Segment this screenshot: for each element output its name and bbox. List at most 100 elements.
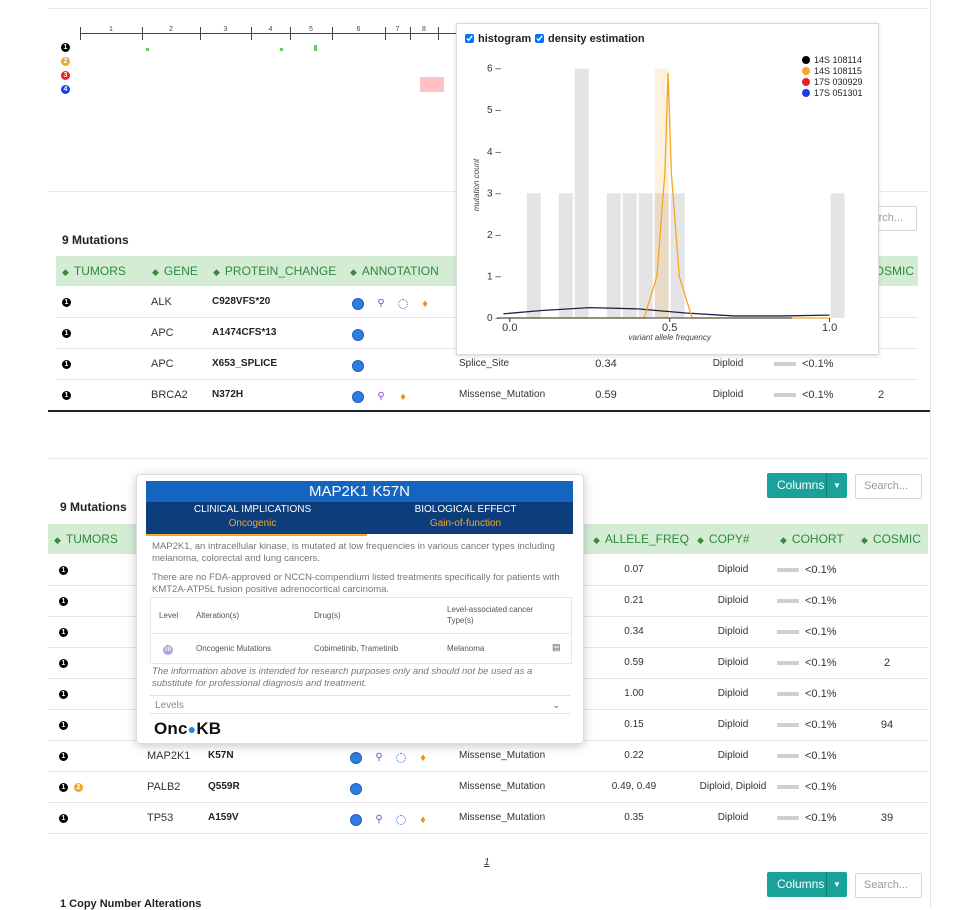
annotation-icons — [352, 326, 376, 341]
columns-button[interactable]: Columns ▼ — [767, 473, 847, 498]
tumor-sample-marker[interactable]: 1 — [59, 782, 68, 792]
column-header-protein-change[interactable]: ◆ PROTEIN_CHANGE — [213, 256, 336, 287]
allele-freq-cell: 0.34 — [624, 626, 644, 637]
tumor-sample-marker[interactable]: 1 — [59, 658, 68, 668]
purple-drop-icon[interactable]: ⚲ — [376, 391, 386, 402]
tumor-sample-marker[interactable]: 4 — [61, 85, 70, 94]
blue-circle-icon[interactable] — [352, 297, 364, 310]
purple-drop-icon[interactable]: ⚲ — [374, 752, 384, 763]
timeline-tick — [438, 27, 439, 40]
gene-cell: MAP2K1 — [147, 750, 191, 762]
tumors-cell: 1 — [59, 586, 74, 616]
column-header-gene[interactable]: ◆ GENE — [152, 256, 198, 287]
blue-circle-icon[interactable] — [352, 359, 364, 372]
legend-entry[interactable]: 14S 108114 — [802, 55, 862, 65]
histogram-bar[interactable] — [638, 193, 653, 318]
cancer-type-cell: Melanoma — [447, 644, 485, 653]
flame-icon[interactable]: ♦ — [420, 298, 430, 309]
tumor-sample-marker[interactable]: 1 — [62, 390, 71, 400]
histogram-bar[interactable] — [622, 193, 637, 318]
tumor-sample-marker[interactable]: 1 — [59, 751, 68, 761]
oncokb-tabs: CLINICAL IMPLICATIONS Oncogenic BIOLOGICA… — [146, 502, 573, 534]
levels-dropdown[interactable]: Levels ⌄ — [150, 695, 570, 714]
columns-button[interactable]: Columns ▼ — [767, 872, 847, 897]
cosmic-cell: 2 — [883, 657, 891, 669]
dotted-circle-icon[interactable] — [396, 752, 406, 763]
tab-clinical-implications[interactable]: CLINICAL IMPLICATIONS Oncogenic — [146, 504, 359, 529]
timeline-tick-label: 5 — [309, 26, 313, 33]
legend-swatch — [802, 89, 810, 97]
tumor-sample-marker[interactable]: 1 — [59, 565, 68, 575]
tumor-sample-marker[interactable]: 1 — [59, 596, 68, 606]
active-tab-indicator — [146, 534, 367, 536]
tumor-sample-marker[interactable]: 3 — [61, 71, 70, 80]
annotation-icons — [352, 357, 376, 372]
oncokb-tooltip: MAP2K1 K57N CLINICAL IMPLICATIONS Oncogen… — [136, 474, 584, 744]
column-header-tumors[interactable]: ◆ TUMORS — [62, 256, 126, 287]
purple-drop-icon[interactable]: ⚲ — [374, 814, 384, 825]
tumor-sample-marker[interactable]: 1 — [59, 627, 68, 637]
document-icon[interactable]: ▤ — [552, 642, 561, 653]
column-header-annotation[interactable]: ◆ ANNOTATION — [350, 256, 439, 287]
tumor-sample-marker[interactable]: 1 — [59, 689, 68, 699]
timeline-sample-marker[interactable] — [146, 48, 149, 51]
tumor-sample-marker[interactable]: 1 — [62, 297, 71, 307]
tumor-sample-marker[interactable]: 1 — [59, 813, 68, 823]
table-row[interactable]: 1 BRCA2 N372H ⚲ ♦ Missense_Mutation 0.59 Diploi… — [56, 380, 918, 411]
legend-entry[interactable]: 17S 051301 — [802, 88, 863, 98]
column-header-tumors[interactable]: ◆ TUMORS — [54, 524, 118, 555]
blue-circle-icon[interactable] — [352, 390, 364, 403]
timeline-sample-marker[interactable] — [314, 45, 317, 51]
tab-biological-effect[interactable]: BIOLOGICAL EFFECT Gain-of-function — [359, 504, 572, 529]
flame-icon[interactable]: ♦ — [418, 814, 428, 825]
histogram-bar[interactable] — [606, 193, 621, 318]
column-header-cosmic[interactable]: ◆ COSMIC — [861, 524, 921, 555]
tumor-sample-marker[interactable]: 1 — [61, 43, 70, 52]
pagination-page-link[interactable]: 1 — [484, 857, 490, 868]
dotted-circle-icon[interactable] — [396, 814, 406, 825]
blue-circle-icon[interactable] — [350, 782, 362, 795]
column-header-level: Level — [159, 611, 179, 620]
tumors-cell: 1 — [59, 648, 74, 678]
histogram-bar[interactable] — [830, 193, 845, 318]
tumor-sample-marker[interactable]: 2 — [74, 782, 83, 792]
table-row[interactable]: 1 2 PALB2 Q559R Missense_Mutation 0.49, 0.49 D… — [48, 772, 928, 803]
blue-circle-icon[interactable] — [352, 328, 364, 341]
column-header-cancer-types: Level-associated cancer Type(s) — [447, 605, 534, 625]
flame-icon[interactable]: ♦ — [418, 752, 428, 763]
tumor-sample-marker[interactable]: 2 — [61, 57, 70, 66]
histogram-bar[interactable] — [526, 193, 541, 318]
timeline-tick — [410, 27, 411, 40]
column-header-copy[interactable]: ◆ COPY# — [697, 524, 750, 555]
cohort-cell: <0.1% — [777, 555, 837, 585]
protein-change-cell: Q559R — [208, 781, 240, 792]
cohort-frequency-bar — [777, 723, 799, 728]
dotted-circle-icon[interactable] — [398, 298, 408, 309]
tumors-cell: 1 — [59, 803, 74, 833]
tumor-sample-marker[interactable]: 1 — [62, 359, 71, 369]
timeline-event-box[interactable] — [420, 77, 444, 92]
column-header-allele-freq[interactable]: ◆ ALLELE_FREQ — [593, 524, 689, 555]
table-row[interactable]: 1 TP53 A159V ⚲ ♦ Missense_Mutation 0.35 Diploid… — [48, 803, 928, 834]
timeline: 1 2 3 4 5 6 7 8 — [80, 26, 460, 40]
table-row[interactable]: 1 MAP2K1 K57N ⚲ ♦ Missense_Mutation 0.22 Diploi… — [48, 741, 928, 772]
y-tick-label: 4 – — [487, 147, 501, 158]
column-header-cohort[interactable]: ◆ COHORT — [780, 524, 844, 555]
search-input[interactable]: Search... — [855, 873, 922, 898]
copy-number-cell: Diploid — [717, 812, 749, 823]
column-header-alterations: Alteration(s) — [196, 611, 240, 620]
flame-icon[interactable]: ♦ — [398, 391, 408, 402]
blue-circle-icon[interactable] — [350, 813, 362, 826]
timeline-tick — [142, 27, 143, 40]
search-input[interactable]: Search... — [855, 474, 922, 499]
tumor-sample-marker[interactable]: 1 — [62, 328, 71, 338]
purple-drop-icon[interactable]: ⚲ — [376, 298, 386, 309]
blue-circle-icon[interactable] — [350, 751, 362, 764]
timeline-sample-marker[interactable] — [280, 48, 283, 51]
legend-entry[interactable]: 17S 030929 — [802, 77, 863, 87]
histogram-bar[interactable] — [574, 68, 589, 318]
tumor-sample-marker[interactable]: 1 — [59, 720, 68, 730]
histogram-bar[interactable] — [558, 193, 573, 318]
tumors-cell: 1 — [59, 617, 74, 647]
legend-entry[interactable]: 14S 108115 — [802, 66, 862, 76]
